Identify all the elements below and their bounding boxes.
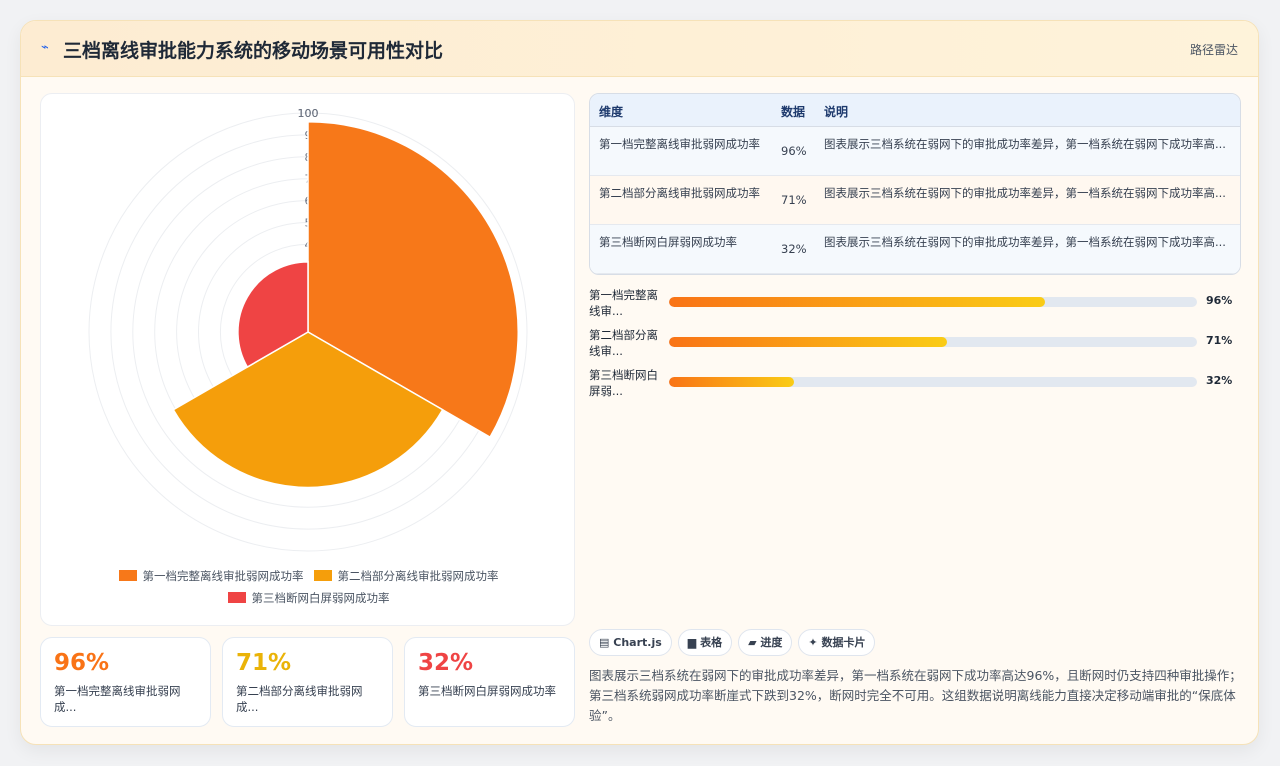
legend-label: 第一档完整离线审批弱网成功率	[142, 569, 304, 583]
feature-chips: ▤ Chart.js ▆ 表格 ▰ 进度 ✦ 数据卡片	[589, 629, 881, 657]
progress-icon: ▰	[748, 636, 757, 649]
progress-value: 32%	[1206, 374, 1233, 387]
chip-table[interactable]: ▆ 表格	[677, 629, 733, 656]
progress-fill	[669, 337, 948, 347]
stat-label: 第一档完整离线审批弱网成...	[54, 684, 181, 714]
cell-description: 图表展示三档系统在弱网下的审批成功率差异，第一档系统在弱网下成功率高...	[824, 137, 1226, 151]
card-icon: ✦	[808, 636, 818, 649]
legend-label: 第三档断网白屏弱网成功率	[251, 591, 390, 605]
stat-value: 96%	[54, 650, 110, 676]
progress-fill	[669, 297, 1046, 307]
progress-label: 第一档完整离线审...	[589, 288, 658, 318]
legend-swatch	[313, 570, 332, 581]
stat-card-tier-1: 96% 第一档完整离线审批弱网成...	[40, 637, 211, 727]
header-description: 说明	[824, 105, 849, 119]
legend-row: 第一档完整离线审批弱网成功率 第二档部分离线审批弱网成功率	[41, 566, 576, 588]
cell-description: 图表展示三档系统在弱网下的审批成功率差异，第一档系统在弱网下成功率高...	[824, 235, 1226, 249]
polar-chart-panel: 10098765432100 第一档完整离线审批弱网成功率 第二档部分离线审批弱网…	[40, 93, 575, 626]
table-icon: ▆	[687, 636, 697, 649]
legend-swatch	[118, 570, 137, 581]
cell-description: 图表展示三档系统在弱网下的审批成功率差异，第一档系统在弱网下成功率高...	[824, 186, 1226, 200]
progress-track	[669, 297, 1197, 307]
header-dimension: 维度	[599, 105, 624, 119]
progress-value: 71%	[1206, 334, 1233, 347]
chip-label: 进度	[760, 636, 783, 649]
cell-dimension: 第二档部分离线审批弱网成功率	[599, 186, 760, 200]
chip-label: 数据卡片	[821, 636, 866, 649]
legend-item[interactable]: 第三档断网白屏弱网成功率	[227, 588, 390, 608]
chart-icon: ▤	[599, 636, 610, 649]
data-table: 维度 数据 说明 第一档完整离线审批弱网成功率 96% 图表展示三档系统在弱网下…	[589, 93, 1241, 275]
polar-area-chart: 10098765432100	[88, 107, 528, 552]
legend-label: 第二档部分离线审批弱网成功率	[337, 569, 499, 583]
progress-row: 第三档断网白屏弱... 32%	[589, 367, 1241, 401]
dashboard-card: ⌁ 三档离线审批能力系统的移动场景可用性对比 路径雷达 100987654321…	[20, 20, 1259, 745]
cell-dimension: 第一档完整离线审批弱网成功率	[599, 137, 760, 151]
stat-card-tier-3: 32% 第三档断网白屏弱网成功率	[404, 637, 575, 727]
header-tag: 路径雷达	[1189, 43, 1238, 57]
page-title: 三档离线审批能力系统的移动场景可用性对比	[63, 40, 444, 62]
progress-fill	[669, 377, 795, 387]
chip-data-cards[interactable]: ✦ 数据卡片	[798, 629, 876, 656]
table-row: 第二档部分离线审批弱网成功率 71% 图表展示三档系统在弱网下的审批成功率差异，…	[590, 176, 1240, 225]
header: ⌁ 三档离线审批能力系统的移动场景可用性对比 路径雷达	[21, 21, 1258, 77]
progress-track	[669, 377, 1197, 387]
stat-label: 第三档断网白屏弱网成功率	[418, 684, 556, 698]
legend-item[interactable]: 第一档完整离线审批弱网成功率	[118, 566, 304, 586]
cell-value: 71%	[781, 193, 807, 207]
progress-row: 第二档部分离线审... 71%	[589, 327, 1241, 361]
header-value: 数据	[781, 105, 806, 119]
stat-value: 71%	[236, 650, 292, 676]
stat-value: 32%	[418, 650, 474, 676]
bolt-icon: ⌁	[41, 40, 49, 55]
chip-chartjs[interactable]: ▤ Chart.js	[589, 629, 672, 656]
progress-row: 第一档完整离线审... 96%	[589, 287, 1241, 321]
tick-label-max: 100	[298, 107, 319, 120]
progress-label: 第三档断网白屏弱...	[589, 368, 658, 398]
table-row: 第三档断网白屏弱网成功率 32% 图表展示三档系统在弱网下的审批成功率差异，第一…	[590, 225, 1240, 274]
cell-value: 96%	[781, 144, 807, 158]
chip-label: Chart.js	[613, 636, 662, 649]
cell-dimension: 第三档断网白屏弱网成功率	[599, 235, 737, 249]
legend-swatch	[227, 592, 246, 603]
table-row: 第一档完整离线审批弱网成功率 96% 图表展示三档系统在弱网下的审批成功率差异，…	[590, 127, 1240, 176]
progress-label: 第二档部分离线审...	[589, 328, 658, 358]
summary-text: 图表展示三档系统在弱网下的审批成功率差异，第一档系统在弱网下成功率高达96%，且…	[589, 668, 1242, 723]
progress-track	[669, 337, 1197, 347]
table-header: 维度 数据 说明	[590, 94, 1240, 127]
legend-row: 第三档断网白屏弱网成功率	[41, 588, 576, 610]
chip-progress[interactable]: ▰ 进度	[738, 629, 793, 656]
legend-item[interactable]: 第二档部分离线审批弱网成功率	[313, 566, 499, 586]
chart-legend: 第一档完整离线审批弱网成功率 第二档部分离线审批弱网成功率第三档断网白屏弱网成功率	[41, 566, 576, 610]
stat-cards: 96% 第一档完整离线审批弱网成... 71% 第二档部分离线审批弱网成... …	[40, 637, 575, 727]
stat-card-tier-2: 71% 第二档部分离线审批弱网成...	[222, 637, 393, 727]
chip-label: 表格	[700, 636, 723, 649]
cell-value: 32%	[781, 242, 807, 256]
progress-value: 96%	[1206, 294, 1233, 307]
stat-label: 第二档部分离线审批弱网成...	[236, 684, 363, 714]
